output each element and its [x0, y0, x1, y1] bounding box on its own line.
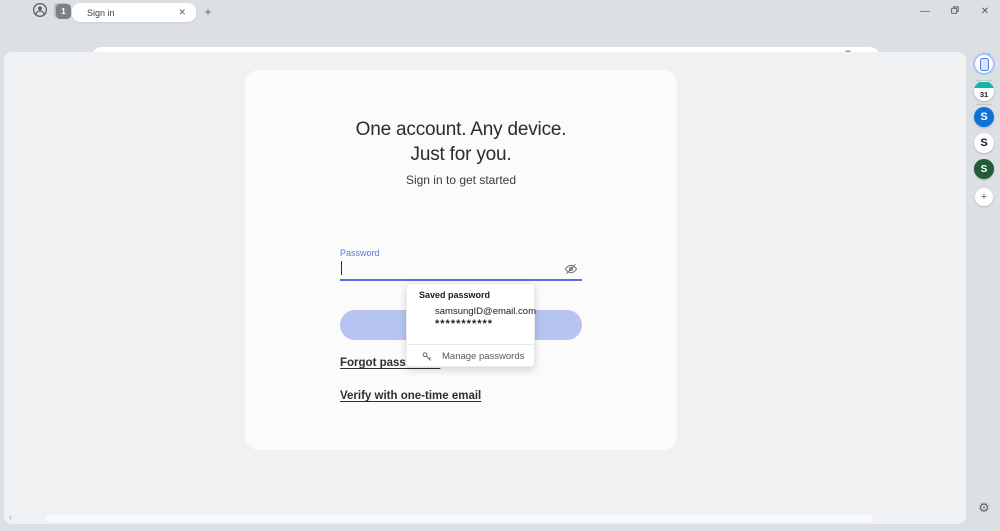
toolbar: ‹ › ⌂ ↻ ⊘ ☆ ♡ ☆ ≡	[0, 22, 1000, 67]
sidebar-item-app-s-green[interactable]: S	[974, 159, 994, 179]
page-subtitle: Sign in to get started	[405, 173, 517, 187]
profile-button[interactable]	[32, 2, 48, 23]
manage-passwords-item[interactable]: Manage passwords	[407, 345, 534, 367]
sidebar-item-outlook-calendar[interactable]: 31	[974, 81, 994, 101]
window-restore-button[interactable]	[944, 3, 966, 20]
tab-sign-in[interactable]: Sign in ✕	[72, 3, 196, 22]
horizontal-scrollbar-thumb[interactable]	[45, 515, 873, 522]
tab-title: Sign in	[87, 7, 115, 18]
one-time-email-link[interactable]: Verify with one-time email	[340, 390, 481, 402]
manage-passwords-label: Manage passwords	[442, 350, 525, 362]
text-caret	[341, 261, 342, 275]
tab-strip: 1 Sign in ✕ + — ✕	[0, 0, 1000, 22]
sidebar-divider	[976, 104, 992, 105]
workspace-badge: 1	[61, 7, 66, 16]
calendar-day: 31	[979, 89, 989, 99]
saved-password-dropdown: Saved password samsungID@email.com *****…	[406, 283, 536, 367]
saved-credential-item[interactable]: samsungID@email.com ***********	[435, 306, 536, 330]
heading-line2: Just for you.	[410, 144, 512, 165]
sidebar-settings-gear-icon[interactable]: ⚙	[978, 500, 990, 516]
saved-email: samsungID@email.com	[435, 306, 536, 317]
edge-sidebar: 31 S S S + ⚙	[968, 0, 1000, 531]
page-title: One account. Any device. Just for you.	[245, 117, 677, 167]
heading-line1: One account. Any device.	[355, 119, 567, 140]
window-minimize-button[interactable]: —	[914, 3, 936, 20]
masked-password: ***********	[435, 318, 494, 330]
saved-password-header: Saved password	[419, 290, 491, 300]
restore-icon	[950, 5, 960, 18]
sign-in-card: One account. Any device. Just for you. S…	[245, 70, 677, 450]
sidebar-add-button[interactable]: +	[975, 188, 993, 206]
sidebar-item-skype[interactable]: S	[974, 107, 994, 127]
scroll-left-arrow[interactable]: ‹	[9, 512, 12, 522]
password-label: Password	[340, 248, 380, 258]
tab-close-icon[interactable]: ✕	[176, 5, 188, 20]
show-password-icon[interactable]	[564, 262, 578, 276]
password-field[interactable]	[340, 259, 582, 279]
new-tab-button[interactable]: +	[200, 4, 216, 20]
web-content: One account. Any device. Just for you. S…	[4, 52, 966, 524]
sidebar-item-phone-link[interactable]	[973, 53, 995, 75]
phone-icon	[979, 57, 989, 71]
key-icon	[421, 350, 433, 362]
password-underline	[340, 279, 582, 281]
profile-icon	[32, 2, 48, 23]
sidebar-item-app-s[interactable]: S	[974, 133, 994, 153]
workspaces-button[interactable]: 1	[56, 4, 71, 19]
